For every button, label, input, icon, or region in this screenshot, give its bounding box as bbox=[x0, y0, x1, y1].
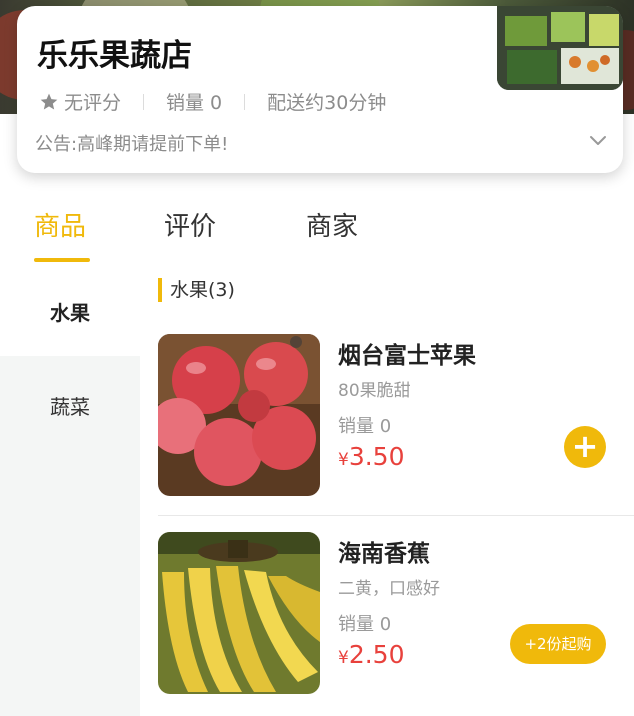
tab-active-indicator bbox=[34, 258, 90, 262]
product-sales: 销量 0 bbox=[338, 416, 392, 437]
product-sales: 销量 0 bbox=[338, 614, 392, 635]
tab-goods[interactable]: 商品 bbox=[34, 206, 86, 243]
category-sidebar: 水果 蔬菜 bbox=[0, 266, 140, 716]
min-order-button[interactable]: +2份起购 bbox=[510, 624, 606, 664]
star-icon bbox=[40, 93, 58, 109]
product-image-apple[interactable] bbox=[158, 334, 320, 496]
tab-bar: 商品 评价 商家 bbox=[0, 206, 634, 266]
meta-divider bbox=[143, 93, 145, 110]
price-value: 2.50 bbox=[348, 640, 405, 669]
meta-divider bbox=[244, 93, 246, 110]
store-meta: 无评分 销量 0 配送约30分钟 bbox=[39, 88, 386, 115]
list-divider bbox=[158, 515, 634, 516]
currency-symbol: ¥ bbox=[338, 648, 349, 668]
store-page: 乐乐果蔬店 无评分 销量 0 配送约30分钟 公告:高峰期请提前下单! 商品 评… bbox=[0, 0, 634, 716]
product-image-banana[interactable] bbox=[158, 532, 320, 694]
product-item[interactable]: 烟台富士苹果 80果脆甜 销量 0 ¥3.50 + bbox=[158, 334, 634, 499]
store-thumbnail[interactable] bbox=[497, 6, 623, 90]
store-name: 乐乐果蔬店 bbox=[37, 38, 192, 74]
add-to-cart-button[interactable]: + bbox=[564, 426, 606, 468]
product-name: 烟台富士苹果 bbox=[338, 343, 476, 369]
store-info-card: 乐乐果蔬店 无评分 销量 0 配送约30分钟 公告:高峰期请提前下单! bbox=[17, 6, 623, 173]
category-fruit[interactable]: 水果 bbox=[0, 266, 140, 356]
product-name: 海南香蕉 bbox=[338, 541, 430, 567]
store-notice[interactable]: 公告:高峰期请提前下单! bbox=[35, 130, 228, 156]
tab-reviews[interactable]: 评价 bbox=[164, 206, 216, 243]
store-rating: 无评分 bbox=[64, 92, 122, 114]
category-vegetable[interactable]: 蔬菜 bbox=[0, 360, 140, 450]
currency-symbol: ¥ bbox=[338, 450, 349, 470]
price-value: 3.50 bbox=[348, 442, 405, 471]
chevron-down-icon[interactable] bbox=[589, 134, 607, 148]
tab-merchant[interactable]: 商家 bbox=[306, 206, 358, 243]
section-title: 水果(3) bbox=[158, 278, 235, 302]
store-sales: 销量 0 bbox=[166, 92, 223, 114]
product-price: ¥2.50 bbox=[338, 640, 405, 669]
product-item[interactable]: 海南香蕉 二黄，口感好 销量 0 ¥2.50 +2份起购 bbox=[158, 532, 634, 697]
product-description: 二黄，口感好 bbox=[338, 579, 440, 599]
product-price: ¥3.50 bbox=[338, 442, 405, 471]
product-description: 80果脆甜 bbox=[338, 381, 411, 401]
store-delivery-time: 配送约30分钟 bbox=[267, 92, 387, 114]
